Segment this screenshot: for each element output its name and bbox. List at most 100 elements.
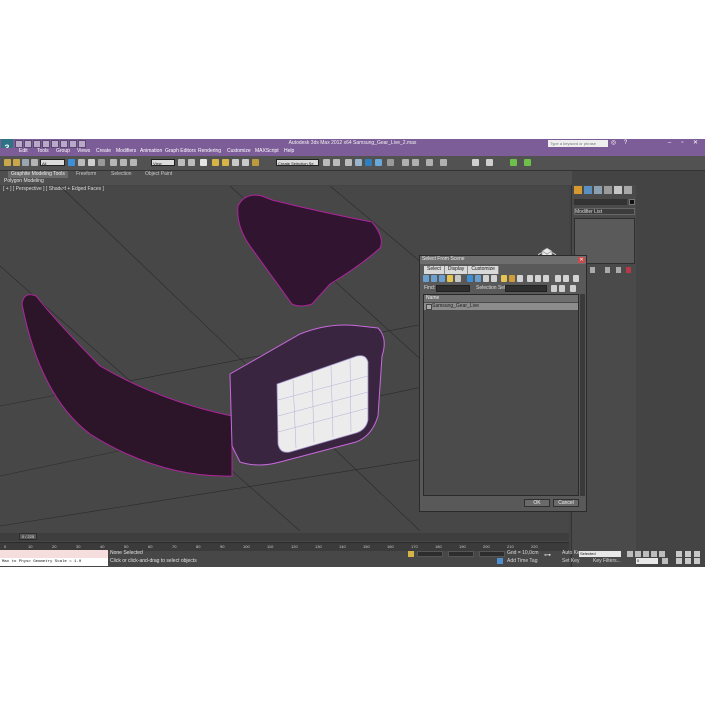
select-dependents-icon[interactable] xyxy=(563,275,569,282)
maxscript-output[interactable]: Max to Physc Geometry Scale = 1.0 xyxy=(0,558,108,566)
motion-tab-icon[interactable] xyxy=(604,186,612,194)
filter-options-icon[interactable] xyxy=(573,275,579,282)
maximize-icon[interactable]: ▫ xyxy=(677,139,688,147)
link-icon[interactable] xyxy=(22,159,29,166)
go-to-end-icon[interactable] xyxy=(659,551,665,557)
display-xrefs-icon[interactable] xyxy=(483,275,489,282)
hierarchy-toggle-icon[interactable] xyxy=(570,285,576,292)
display-bones-icon[interactable] xyxy=(491,275,497,282)
current-frame-field[interactable]: 0 xyxy=(636,558,658,564)
redo-icon[interactable] xyxy=(51,140,59,148)
display-lights-icon[interactable] xyxy=(439,275,445,282)
tab-object-paint[interactable]: Object Paint xyxy=(145,171,172,178)
previous-frame-icon[interactable] xyxy=(635,551,641,557)
time-slider-thumb[interactable]: 0 / 225 xyxy=(19,533,37,540)
scene-object-list[interactable]: Name Samsung_Gear_Live xyxy=(423,294,579,496)
find-input[interactable] xyxy=(436,285,470,292)
dialog-menu-select[interactable]: Select xyxy=(424,266,445,274)
key-mode-icon[interactable]: ⊶ xyxy=(544,552,551,559)
tool-icon-b[interactable] xyxy=(486,159,493,166)
open-file-icon[interactable] xyxy=(24,140,32,148)
display-shapes-icon[interactable] xyxy=(431,275,437,282)
menu-create[interactable]: Create xyxy=(96,148,111,155)
select-all-icon[interactable] xyxy=(527,275,533,282)
select-manipulate-icon[interactable] xyxy=(188,159,195,166)
create-tab-icon[interactable] xyxy=(574,186,582,194)
fetch-icon[interactable] xyxy=(69,140,77,148)
set-key-button[interactable]: Set Key xyxy=(562,558,580,565)
menu-animation[interactable]: Animation xyxy=(140,148,162,155)
select-none-icon[interactable] xyxy=(535,275,541,282)
tool-icon-a[interactable] xyxy=(472,159,479,166)
column-header-name[interactable]: Name xyxy=(424,295,578,302)
hold-icon[interactable] xyxy=(60,140,68,148)
display-invert-icon[interactable] xyxy=(517,275,523,282)
modifier-list-dropdown[interactable]: Modifier List xyxy=(574,208,635,215)
align-icon[interactable] xyxy=(333,159,340,166)
render-production-icon[interactable] xyxy=(426,159,433,166)
selected-dropdown[interactable]: Selected xyxy=(579,551,621,557)
pan-view-icon[interactable] xyxy=(685,558,691,564)
rendered-frame-icon[interactable] xyxy=(412,159,419,166)
cancel-button[interactable]: Cancel xyxy=(553,499,579,507)
percent-snap-icon[interactable] xyxy=(232,159,239,166)
menu-modifiers[interactable]: Modifiers xyxy=(116,148,136,155)
add-time-tag[interactable]: Add Time Tag xyxy=(507,558,537,565)
display-helpers-icon[interactable] xyxy=(455,275,461,282)
menu-rendering[interactable]: Rendering xyxy=(198,148,221,155)
display-groups-icon[interactable] xyxy=(475,275,481,282)
y-coordinate-field[interactable] xyxy=(448,551,474,557)
field-of-view-icon[interactable] xyxy=(676,558,682,564)
select-object-icon[interactable] xyxy=(68,159,75,166)
angle-snap-icon[interactable] xyxy=(222,159,229,166)
z-coordinate-field[interactable] xyxy=(479,551,505,557)
list-item[interactable]: Samsung_Gear_Live xyxy=(424,303,578,310)
curve-editor-icon[interactable] xyxy=(365,159,372,166)
new-file-icon[interactable] xyxy=(15,140,23,148)
menu-edit[interactable]: Edit xyxy=(19,148,28,155)
save-file-icon[interactable] xyxy=(33,140,41,148)
tab-freeform[interactable]: Freeform xyxy=(76,171,96,178)
selection-filter-dropdown[interactable]: All xyxy=(40,159,65,166)
time-config-icon[interactable] xyxy=(662,558,668,564)
modify-tab-icon[interactable] xyxy=(584,186,592,194)
menu-tools[interactable]: Tools xyxy=(37,148,49,155)
undo-toolbar-icon[interactable] xyxy=(4,159,11,166)
ok-button[interactable]: OK xyxy=(524,499,550,507)
zoom-icon[interactable] xyxy=(676,551,682,557)
layer-manager-icon[interactable] xyxy=(345,159,352,166)
display-all-icon[interactable] xyxy=(501,275,507,282)
zoom-all-icon[interactable] xyxy=(685,551,691,557)
dialog-close-icon[interactable]: ✕ xyxy=(578,257,585,263)
selection-set-dropdown[interactable] xyxy=(505,285,547,292)
move-icon[interactable] xyxy=(110,159,117,166)
lock-selection-icon[interactable] xyxy=(408,551,414,557)
reference-coordinate-dropdown[interactable]: View xyxy=(151,159,175,166)
menu-graph-editors[interactable]: Graph Editors xyxy=(165,148,196,155)
maxscript-input[interactable] xyxy=(0,550,108,558)
selection-set-save-icon[interactable] xyxy=(551,285,557,292)
mirror-icon[interactable] xyxy=(323,159,330,166)
pin-stack-icon[interactable] xyxy=(590,267,595,273)
x-coordinate-field[interactable] xyxy=(417,551,443,557)
menu-views[interactable]: Views xyxy=(77,148,90,155)
rectangular-selection-icon[interactable] xyxy=(88,159,95,166)
spinner-snap-icon[interactable] xyxy=(242,159,249,166)
object-color-swatch[interactable] xyxy=(629,199,635,205)
object-name-field[interactable] xyxy=(574,199,627,205)
dialog-menu-display[interactable]: Display xyxy=(444,266,469,274)
display-none-icon[interactable] xyxy=(509,275,515,282)
hierarchy-tab-icon[interactable] xyxy=(594,186,602,194)
dialog-menu-customize[interactable]: Customize xyxy=(468,266,499,274)
binoculars-icon[interactable]: ◎ xyxy=(608,139,619,147)
go-to-start-icon[interactable] xyxy=(627,551,633,557)
tool-icon-c[interactable] xyxy=(510,159,517,166)
zoom-extents-icon[interactable] xyxy=(694,551,700,557)
graphite-toggle-icon[interactable] xyxy=(355,159,362,166)
close-icon[interactable]: ✕ xyxy=(690,139,701,147)
next-frame-icon[interactable] xyxy=(651,551,657,557)
tool-icon-d[interactable] xyxy=(524,159,531,166)
project-folder-icon[interactable] xyxy=(78,140,86,148)
display-cameras-icon[interactable] xyxy=(447,275,453,282)
undo-icon[interactable] xyxy=(42,140,50,148)
